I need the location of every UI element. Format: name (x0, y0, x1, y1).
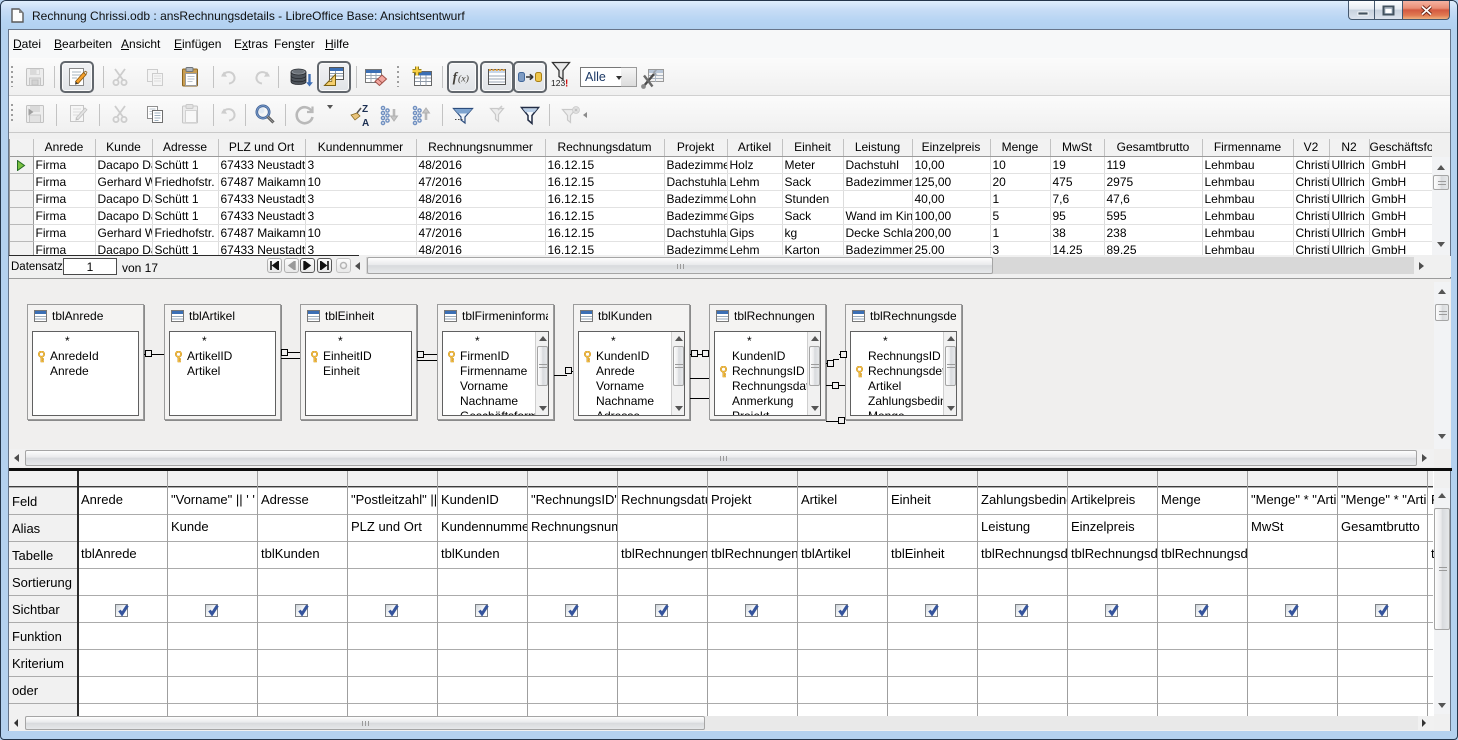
svg-text:!: ! (565, 79, 568, 90)
svg-text:(x): (x) (458, 74, 469, 85)
svg-text:A: A (362, 118, 369, 128)
svg-text:123: 123 (551, 78, 565, 88)
svg-text:Z: Z (362, 104, 368, 115)
